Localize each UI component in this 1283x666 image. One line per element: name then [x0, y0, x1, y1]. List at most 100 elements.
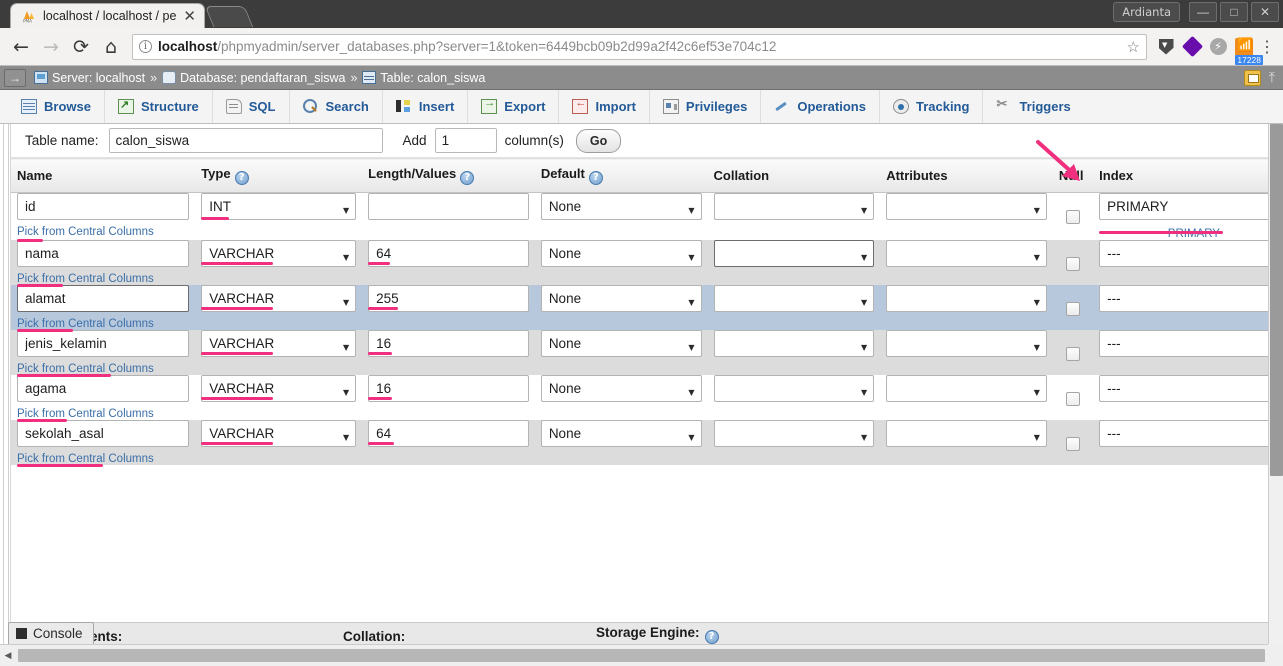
null-checkbox[interactable] — [1066, 257, 1080, 271]
url-bar[interactable]: i localhost/phpmyadmin/server_databases.… — [132, 34, 1147, 60]
vertical-scrollbar-thumb[interactable] — [1270, 124, 1283, 476]
operations-icon — [774, 99, 790, 114]
tab-privileges[interactable]: Privileges — [650, 90, 761, 123]
null-checkbox[interactable] — [1066, 392, 1080, 406]
tab-search[interactable]: Search — [290, 90, 383, 123]
storage-engine-footer-label: Storage Engine:? — [596, 625, 719, 644]
collapse-icon[interactable]: ⤒ — [1269, 70, 1275, 86]
close-icon[interactable]: ✕ — [183, 9, 196, 24]
reload-icon[interactable]: ⟳ — [66, 33, 96, 61]
browser-tab-active[interactable]: PMA localhost / localhost / pe ✕ — [10, 3, 205, 28]
scroll-left-icon[interactable]: ◀ — [0, 651, 16, 661]
column-collation-select[interactable] — [714, 375, 875, 402]
column-type-select[interactable]: INT — [201, 193, 356, 220]
column-collation-select[interactable] — [714, 240, 875, 267]
column-attributes-select[interactable] — [886, 285, 1047, 312]
cell-name: Pick from Central Columns — [11, 330, 195, 375]
column-attributes-select[interactable] — [886, 330, 1047, 357]
header-collation: Collation — [708, 159, 881, 193]
column-index-select[interactable]: --- — [1099, 375, 1283, 402]
column-collation-select[interactable] — [714, 193, 875, 220]
column-name-input[interactable] — [17, 375, 189, 402]
null-checkbox[interactable] — [1066, 347, 1080, 361]
add-label: Add — [403, 133, 427, 148]
column-default-select[interactable]: None — [541, 420, 702, 447]
column-index-select[interactable]: --- — [1099, 330, 1283, 357]
column-length-input[interactable] — [368, 193, 529, 220]
column-attributes-select[interactable] — [886, 240, 1047, 267]
cell-default: None — [535, 285, 708, 330]
home-icon[interactable]: ⌂ — [96, 33, 126, 61]
tab-insert[interactable]: Insert — [383, 90, 468, 123]
help-icon[interactable]: ? — [235, 171, 249, 185]
table-row: Pick from Central Columns VARCHAR — [11, 240, 1283, 285]
shield-extension-icon[interactable] — [1153, 34, 1179, 60]
column-length-input[interactable] — [368, 240, 529, 267]
help-icon[interactable]: ? — [705, 630, 719, 644]
back-icon[interactable]: ← — [6, 33, 36, 61]
help-icon[interactable]: ? — [589, 171, 603, 185]
column-default-select[interactable]: None — [541, 240, 702, 267]
table-name-input[interactable] — [109, 128, 383, 153]
header-attributes: Attributes — [880, 159, 1053, 193]
null-checkbox[interactable] — [1066, 210, 1080, 224]
column-collation-select[interactable] — [714, 330, 875, 357]
tab-import[interactable]: Import — [559, 90, 649, 123]
tab-tracking[interactable]: Tracking — [880, 90, 983, 123]
tab-structure[interactable]: Structure — [105, 90, 213, 123]
breadcrumb-database[interactable]: Database: pendaftaran_siswa — [162, 71, 345, 85]
column-default-select[interactable]: None — [541, 285, 702, 312]
column-name-input[interactable] — [17, 240, 189, 267]
bolt-extension-icon[interactable]: ⚡ — [1205, 34, 1231, 60]
column-index-select[interactable]: PRIMARY — [1099, 193, 1283, 220]
browser-menu-icon[interactable]: ⋮ — [1257, 37, 1277, 57]
close-window-button[interactable]: ✕ — [1251, 2, 1279, 22]
forward-icon[interactable]: → — [36, 33, 66, 61]
tab-browse[interactable]: Browse — [8, 90, 105, 123]
column-name-input[interactable] — [17, 285, 189, 312]
bookmark-star-icon[interactable]: ☆ — [1127, 38, 1140, 56]
column-index-select[interactable]: --- — [1099, 285, 1283, 312]
site-info-icon[interactable]: i — [139, 40, 152, 53]
column-index-select[interactable]: --- — [1099, 420, 1283, 447]
column-collation-select[interactable] — [714, 420, 875, 447]
breadcrumb-table[interactable]: Table: calon_siswa — [362, 71, 485, 85]
null-checkbox[interactable] — [1066, 302, 1080, 316]
new-tab-button[interactable] — [205, 6, 253, 27]
column-name-input[interactable] — [17, 193, 189, 220]
help-icon[interactable]: ? — [460, 171, 474, 185]
vertical-scrollbar[interactable]: ▼ — [1268, 124, 1283, 666]
tab-operations[interactable]: Operations — [761, 90, 880, 123]
breadcrumb-server[interactable]: Server: localhost — [34, 71, 145, 85]
maximize-button[interactable]: □ — [1220, 2, 1248, 22]
null-checkbox[interactable] — [1066, 437, 1080, 451]
column-name-input[interactable] — [17, 330, 189, 357]
column-attributes-select[interactable] — [886, 193, 1047, 220]
column-default-select[interactable]: None — [541, 375, 702, 402]
horizontal-scrollbar[interactable]: ◀ ▶ — [0, 644, 1283, 666]
minimize-button[interactable]: — — [1189, 2, 1217, 22]
column-attributes-select[interactable] — [886, 420, 1047, 447]
rss-extension-icon[interactable]: 17228 — [1231, 34, 1257, 60]
console-tab[interactable]: Console — [8, 622, 94, 644]
column-name-input[interactable] — [17, 420, 189, 447]
tab-export[interactable]: Export — [468, 90, 559, 123]
horizontal-scrollbar-thumb[interactable] — [18, 649, 1265, 662]
user-profile-chip[interactable]: Ardianta — [1113, 2, 1180, 22]
add-columns-input[interactable] — [435, 128, 497, 153]
column-collation-select[interactable] — [714, 285, 875, 312]
tab-sql[interactable]: SQL — [213, 90, 290, 123]
breadcrumb-toggle-icon[interactable]: → — [4, 69, 26, 87]
column-length-input[interactable] — [368, 375, 529, 402]
column-index-select[interactable]: --- — [1099, 240, 1283, 267]
left-rail — [0, 124, 11, 666]
column-attributes-select[interactable] — [886, 375, 1047, 402]
column-default-select[interactable]: None — [541, 193, 702, 220]
diamond-extension-icon[interactable] — [1179, 34, 1205, 60]
lock-icon[interactable] — [1244, 70, 1261, 86]
column-length-input[interactable] — [368, 330, 529, 357]
pick-central-columns-link[interactable]: Pick from Central Columns — [17, 226, 189, 238]
go-button[interactable]: Go — [576, 129, 621, 153]
tab-triggers[interactable]: Triggers — [983, 90, 1083, 123]
column-default-select[interactable]: None — [541, 330, 702, 357]
